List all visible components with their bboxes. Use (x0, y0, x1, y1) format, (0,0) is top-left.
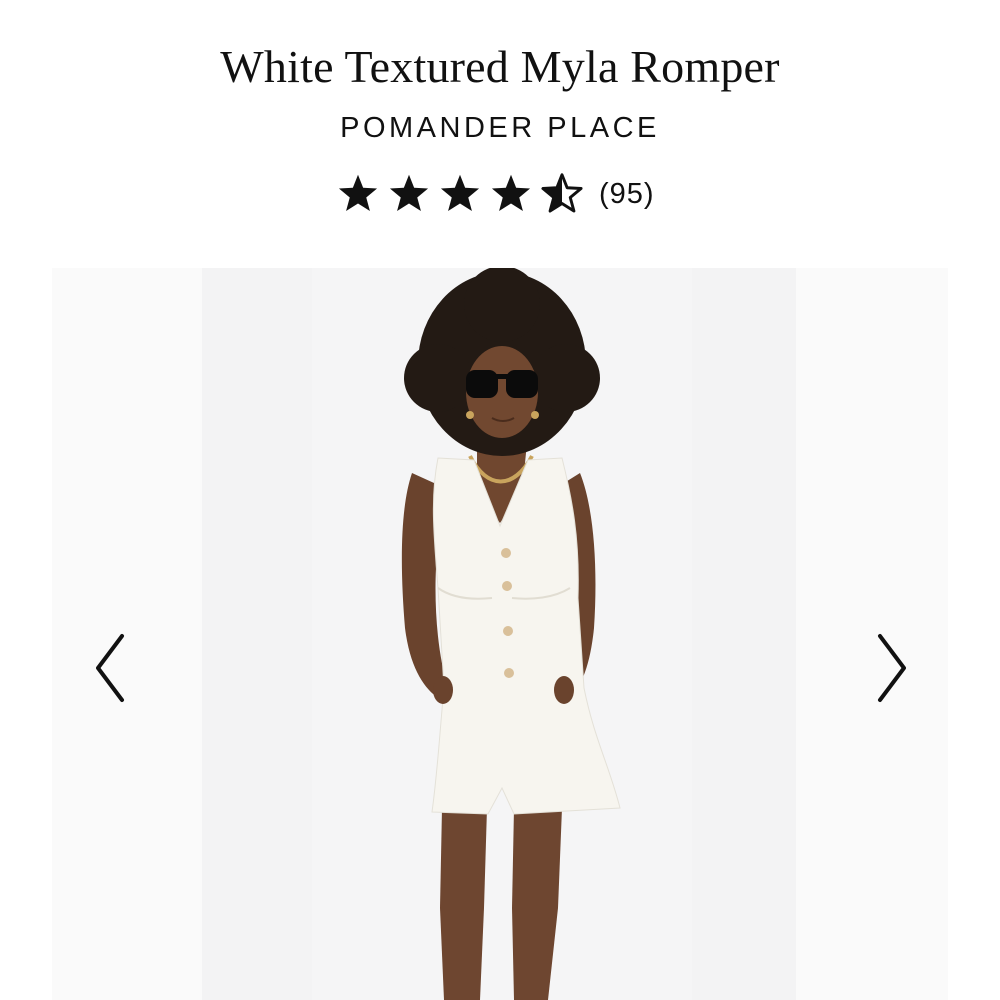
star-icon (338, 174, 378, 212)
brand-name[interactable]: POMANDER PLACE (0, 112, 1000, 145)
review-count[interactable]: (95) (599, 178, 655, 211)
star-icon (491, 174, 531, 212)
product-title: White Textured Myla Romper (220, 41, 780, 92)
product-image-carousel[interactable] (0, 268, 1000, 1000)
star-icon (389, 174, 429, 212)
chevron-right-icon (878, 634, 906, 702)
next-image-button[interactable] (866, 628, 916, 708)
chevron-left-icon (96, 634, 124, 702)
previous-image-button[interactable] (86, 628, 136, 708)
half-star-icon (541, 173, 583, 213)
product-rating[interactable]: (95) (336, 172, 655, 216)
model-wearing-romper-illustration (202, 268, 796, 1000)
product-image[interactable] (202, 268, 796, 1000)
star-icon (440, 174, 480, 212)
